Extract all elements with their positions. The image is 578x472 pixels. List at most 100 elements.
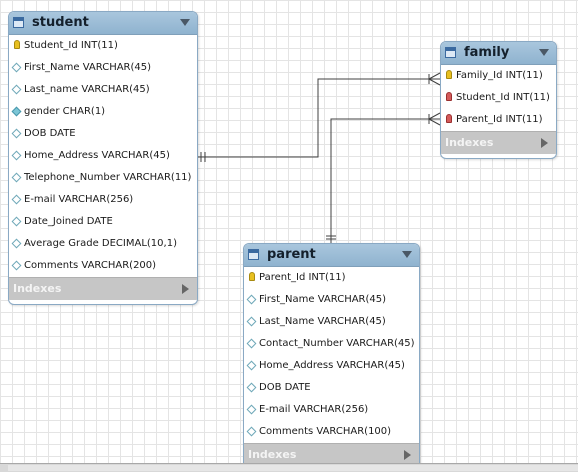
foreign-key-icon [446,92,452,101]
column-list: Student_Id INT(11) First_Name VARCHAR(45)… [9,35,197,277]
column-list: Parent_Id INT(11) First_Name VARCHAR(45) L… [244,267,419,443]
column-label: Last_name VARCHAR(45) [24,84,150,95]
many-marker-family [428,78,441,86]
column-nullable-icon [11,128,22,139]
column-label: Parent_Id INT(11) [259,272,346,283]
column-label: Comments VARCHAR(200) [24,260,157,271]
table-header[interactable]: parent [244,244,419,267]
column-nullable-icon [246,338,257,349]
table-icon [13,17,24,28]
expand-arrow-icon[interactable] [404,450,411,460]
primary-key-icon [249,272,255,281]
table-title: family [464,45,510,60]
table-column-row[interactable]: Telephone_Number VARCHAR(11) [9,167,197,189]
table-icon [445,47,456,58]
table-title: student [32,15,89,30]
table-column-row[interactable]: Student_Id INT(11) [9,35,197,57]
column-label: DOB DATE [24,128,76,139]
er-diagram-canvas: student Student_Id INT(11) First_Name VAR… [0,0,578,472]
scrollbar-thumb[interactable] [8,465,578,471]
column-label: Student_Id INT(11) [24,40,118,51]
table-title: parent [267,247,316,262]
column-label: Date_Joined DATE [24,216,113,227]
column-label: Home_Address VARCHAR(45) [24,150,170,161]
many-marker-family [428,118,441,126]
indexes-label: Indexes [13,282,62,295]
column-label: Home_Address VARCHAR(45) [259,360,405,371]
column-list: Family_Id INT(11) Student_Id INT(11) Paren… [441,65,556,131]
column-label: Average Grade DECIMAL(10,1) [24,238,177,249]
collapse-arrow-icon[interactable] [402,251,412,258]
table-student[interactable]: student Student_Id INT(11) First_Name VAR… [8,11,198,305]
table-column-row[interactable]: Student_Id INT(11) [441,87,556,109]
column-label: First_Name VARCHAR(45) [259,294,387,305]
column-label: E-mail VARCHAR(256) [24,194,134,205]
primary-key-icon [446,70,452,79]
indexes-footer[interactable]: Indexes [9,277,197,300]
relationship-student-family[interactable] [197,78,440,158]
table-column-row[interactable]: E-mail VARCHAR(256) [244,399,419,421]
column-nullable-icon [11,238,22,249]
column-nullable-icon [246,316,257,327]
table-column-row[interactable]: DOB DATE [244,377,419,399]
many-marker-family [428,112,441,120]
collapse-arrow-icon[interactable] [180,19,190,26]
column-nullable-icon [246,404,257,415]
relationship-parent-family[interactable] [330,118,440,243]
column-label: Parent_Id INT(11) [456,114,543,125]
table-column-row[interactable]: Home_Address VARCHAR(45) [9,145,197,167]
table-column-row[interactable]: Last_name VARCHAR(45) [9,79,197,101]
column-label: Telephone_Number VARCHAR(11) [24,172,192,183]
column-not-null-icon [11,106,22,117]
table-family[interactable]: family Family_Id INT(11) Student_Id INT(1… [440,41,557,159]
table-header[interactable]: family [441,42,556,65]
indexes-label: Indexes [248,448,297,461]
primary-key-icon [14,40,20,49]
table-header[interactable]: student [9,12,197,35]
column-label: First_Name VARCHAR(45) [24,62,152,73]
column-nullable-icon [11,260,22,271]
foreign-key-icon [446,114,452,123]
column-label: Comments VARCHAR(100) [259,426,392,437]
column-label: gender CHAR(1) [24,106,106,117]
column-nullable-icon [11,172,22,183]
expand-arrow-icon[interactable] [541,138,548,148]
table-icon [248,249,259,260]
column-nullable-icon [11,150,22,161]
column-label: DOB DATE [259,382,311,393]
table-column-row[interactable]: Parent_Id INT(11) [441,109,556,131]
column-nullable-icon [11,62,22,73]
table-column-row[interactable]: Comments VARCHAR(200) [9,255,197,277]
column-label: E-mail VARCHAR(256) [259,404,369,415]
column-nullable-icon [11,84,22,95]
table-column-row[interactable]: Parent_Id INT(11) [244,267,419,289]
table-column-row[interactable]: Contact_Number VARCHAR(45) [244,333,419,355]
column-label: Student_Id INT(11) [456,92,550,103]
many-marker-family [428,72,441,80]
column-label: Last_Name VARCHAR(45) [259,316,386,327]
table-column-row[interactable]: gender CHAR(1) [9,101,197,123]
table-column-row[interactable]: Average Grade DECIMAL(10,1) [9,233,197,255]
column-nullable-icon [11,194,22,205]
column-nullable-icon [11,216,22,227]
column-nullable-icon [246,382,257,393]
table-column-row[interactable]: E-mail VARCHAR(256) [9,189,197,211]
column-label: Contact_Number VARCHAR(45) [259,338,415,349]
column-nullable-icon [246,360,257,371]
table-column-row[interactable]: Home_Address VARCHAR(45) [244,355,419,377]
expand-arrow-icon[interactable] [182,284,189,294]
table-column-row[interactable]: Comments VARCHAR(100) [244,421,419,443]
table-column-row[interactable]: Date_Joined DATE [9,211,197,233]
table-column-row[interactable]: Family_Id INT(11) [441,65,556,87]
column-label: Family_Id INT(11) [456,70,543,81]
table-column-row[interactable]: First_Name VARCHAR(45) [244,289,419,311]
indexes-label: Indexes [445,136,494,149]
collapse-arrow-icon[interactable] [539,49,549,56]
table-parent[interactable]: parent Parent_Id INT(11) First_Name VARCH… [243,243,420,471]
table-column-row[interactable]: DOB DATE [9,123,197,145]
indexes-footer[interactable]: Indexes [441,131,556,154]
column-nullable-icon [246,426,257,437]
column-nullable-icon [246,294,257,305]
table-column-row[interactable]: First_Name VARCHAR(45) [9,57,197,79]
table-column-row[interactable]: Last_Name VARCHAR(45) [244,311,419,333]
